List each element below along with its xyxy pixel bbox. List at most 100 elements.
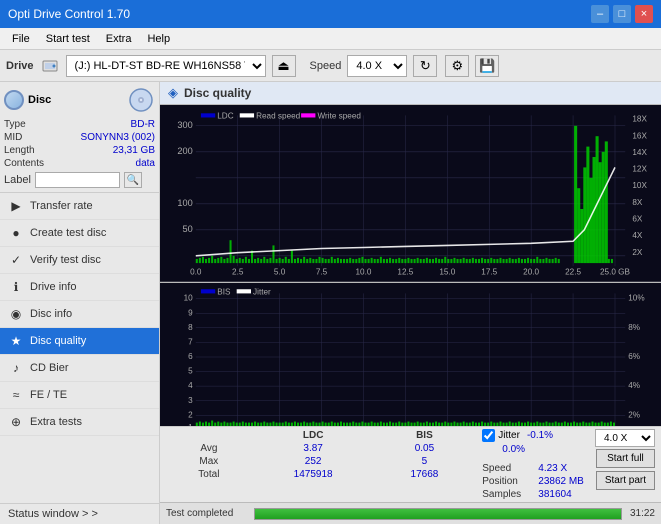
drive-label: Drive bbox=[6, 60, 34, 72]
bis-chart-wrapper: 10 9 8 7 6 5 4 3 2 1 10% 8% 6% 4% 2% bbox=[160, 283, 661, 426]
right-stats: Jitter -0.1% 0.0% Speed 4.23 X Position … bbox=[474, 429, 584, 500]
jitter-avg-value: -0.1% bbox=[527, 430, 553, 441]
cd-bier-icon: ♪ bbox=[8, 360, 24, 376]
minimize-button[interactable]: – bbox=[591, 5, 609, 23]
ldc-chart-wrapper: 300 200 100 50 18X 16X 14X 12X 10X 8X 6X… bbox=[160, 105, 661, 283]
sidebar-item-extra-tests[interactable]: ⊕ Extra tests bbox=[0, 409, 159, 436]
drive-info-icon: ℹ bbox=[8, 279, 24, 295]
speed-dropdown[interactable]: 4.0 X bbox=[595, 429, 655, 447]
svg-text:300: 300 bbox=[177, 120, 192, 130]
menu-file[interactable]: File bbox=[4, 31, 38, 47]
start-part-button[interactable]: Start part bbox=[596, 471, 655, 490]
disc-type-value: BD-R bbox=[131, 119, 155, 130]
disc-mid-row: MID SONYNN3 (002) bbox=[4, 131, 155, 144]
disc-label-input[interactable] bbox=[35, 172, 120, 188]
svg-text:10.0: 10.0 bbox=[356, 267, 372, 276]
start-buttons: Start full Start part bbox=[590, 449, 655, 490]
stats-table: LDC BIS Avg 3.87 0.05 Max 252 5 Total 14… bbox=[166, 429, 474, 481]
bis-chart: 10 9 8 7 6 5 4 3 2 1 10% 8% 6% 4% 2% bbox=[160, 283, 661, 426]
eject-button[interactable]: ⏏ bbox=[272, 55, 296, 77]
svg-text:16X: 16X bbox=[632, 131, 647, 140]
svg-text:22.5: 22.5 bbox=[565, 267, 581, 276]
sidebar-item-create-test-disc[interactable]: ● Create test disc bbox=[0, 220, 159, 247]
disc-quality-header-icon: ◈ bbox=[168, 85, 178, 101]
samples-label: Samples bbox=[482, 489, 532, 500]
config-button[interactable]: ⚙ bbox=[445, 55, 469, 77]
disc-quality-icon: ★ bbox=[8, 333, 24, 349]
sidebar-item-disc-quality[interactable]: ★ Disc quality bbox=[0, 328, 159, 355]
menu-start-test[interactable]: Start test bbox=[38, 31, 98, 47]
svg-text:9: 9 bbox=[188, 308, 193, 317]
svg-text:10X: 10X bbox=[632, 181, 647, 190]
position-label: Position bbox=[482, 476, 532, 487]
maximize-button[interactable]: □ bbox=[613, 5, 631, 23]
save-button[interactable]: 💾 bbox=[475, 55, 499, 77]
start-full-button[interactable]: Start full bbox=[596, 449, 655, 468]
menu-bar: File Start test Extra Help bbox=[0, 28, 661, 50]
sidebar-item-cd-bier[interactable]: ♪ CD Bier bbox=[0, 355, 159, 382]
menu-extra[interactable]: Extra bbox=[98, 31, 140, 47]
disc-contents-row: Contents data bbox=[4, 157, 155, 170]
cd-bier-label: CD Bier bbox=[30, 362, 69, 374]
svg-text:Write speed: Write speed bbox=[317, 111, 361, 120]
close-button[interactable]: × bbox=[635, 5, 653, 23]
svg-text:14X: 14X bbox=[632, 148, 647, 157]
extra-tests-label: Extra tests bbox=[30, 416, 82, 428]
svg-text:2%: 2% bbox=[628, 410, 640, 419]
position-row: Position 23862 MB bbox=[482, 476, 584, 487]
sidebar-item-drive-info[interactable]: ℹ Drive info bbox=[0, 274, 159, 301]
stats-avg-label: Avg bbox=[166, 442, 252, 455]
create-test-disc-label: Create test disc bbox=[30, 227, 106, 239]
stats-bar: LDC BIS Avg 3.87 0.05 Max 252 5 Total 14… bbox=[160, 426, 661, 502]
sidebar-item-disc-info[interactable]: ◉ Disc info bbox=[0, 301, 159, 328]
refresh-button[interactable]: ↻ bbox=[413, 55, 437, 77]
transfer-rate-icon: ▶ bbox=[8, 198, 24, 214]
stats-avg-ldc: 3.87 bbox=[252, 442, 375, 455]
verify-test-disc-icon: ✓ bbox=[8, 252, 24, 268]
jitter-checkbox[interactable] bbox=[482, 429, 495, 442]
disc-image-icon bbox=[127, 86, 155, 114]
sidebar-item-verify-test-disc[interactable]: ✓ Verify test disc bbox=[0, 247, 159, 274]
disc-label-btn[interactable]: 🔍 bbox=[124, 172, 142, 188]
disc-title: Disc bbox=[28, 94, 51, 106]
jitter-max-value: 0.0% bbox=[502, 444, 525, 455]
samples-value: 381604 bbox=[538, 489, 571, 500]
svg-text:25.0 GB: 25.0 GB bbox=[600, 267, 631, 276]
menu-help[interactable]: Help bbox=[139, 31, 178, 47]
speed-label: Speed bbox=[310, 60, 342, 72]
svg-text:12X: 12X bbox=[632, 165, 647, 174]
disc-type-row: Type BD-R bbox=[4, 118, 155, 131]
status-window-item[interactable]: Status window > > bbox=[0, 503, 159, 524]
status-text: Test completed bbox=[166, 508, 246, 519]
verify-test-disc-label: Verify test disc bbox=[30, 254, 101, 266]
stats-total-ldc: 1475918 bbox=[252, 468, 375, 481]
svg-text:0.0: 0.0 bbox=[190, 267, 202, 276]
svg-text:6X: 6X bbox=[632, 214, 642, 223]
progress-bar-fill bbox=[255, 509, 621, 519]
speed-stat-value: 4.23 X bbox=[538, 463, 567, 474]
stats-max-bis: 5 bbox=[375, 455, 475, 468]
svg-text:5.0: 5.0 bbox=[274, 267, 286, 276]
samples-row: Samples 381604 bbox=[482, 489, 584, 500]
svg-text:4X: 4X bbox=[632, 231, 642, 240]
sidebar-item-transfer-rate[interactable]: ▶ Transfer rate bbox=[0, 193, 159, 220]
disc-contents-label: Contents bbox=[4, 158, 44, 169]
disc-length-label: Length bbox=[4, 145, 35, 156]
speed-select[interactable]: 4.0 X bbox=[347, 55, 407, 77]
svg-text:1: 1 bbox=[188, 423, 193, 426]
nav-items: ▶ Transfer rate ● Create test disc ✓ Ver… bbox=[0, 193, 159, 436]
svg-text:200: 200 bbox=[177, 146, 192, 156]
svg-text:10: 10 bbox=[184, 293, 193, 302]
extra-tests-icon: ⊕ bbox=[8, 414, 24, 430]
sidebar-item-fe-te[interactable]: ≈ FE / TE bbox=[0, 382, 159, 409]
stats-col-ldc: LDC bbox=[252, 429, 375, 442]
disc-mid-label: MID bbox=[4, 132, 22, 143]
svg-text:2: 2 bbox=[188, 410, 193, 419]
window-controls: – □ × bbox=[591, 5, 653, 23]
svg-text:7: 7 bbox=[188, 337, 193, 346]
svg-text:6: 6 bbox=[188, 352, 193, 361]
transfer-rate-label: Transfer rate bbox=[30, 200, 93, 212]
svg-text:BIS: BIS bbox=[217, 287, 231, 296]
drive-select[interactable]: (J:) HL-DT-ST BD-RE WH16NS58 TST4 bbox=[66, 55, 266, 77]
jitter-label: Jitter bbox=[498, 430, 520, 441]
